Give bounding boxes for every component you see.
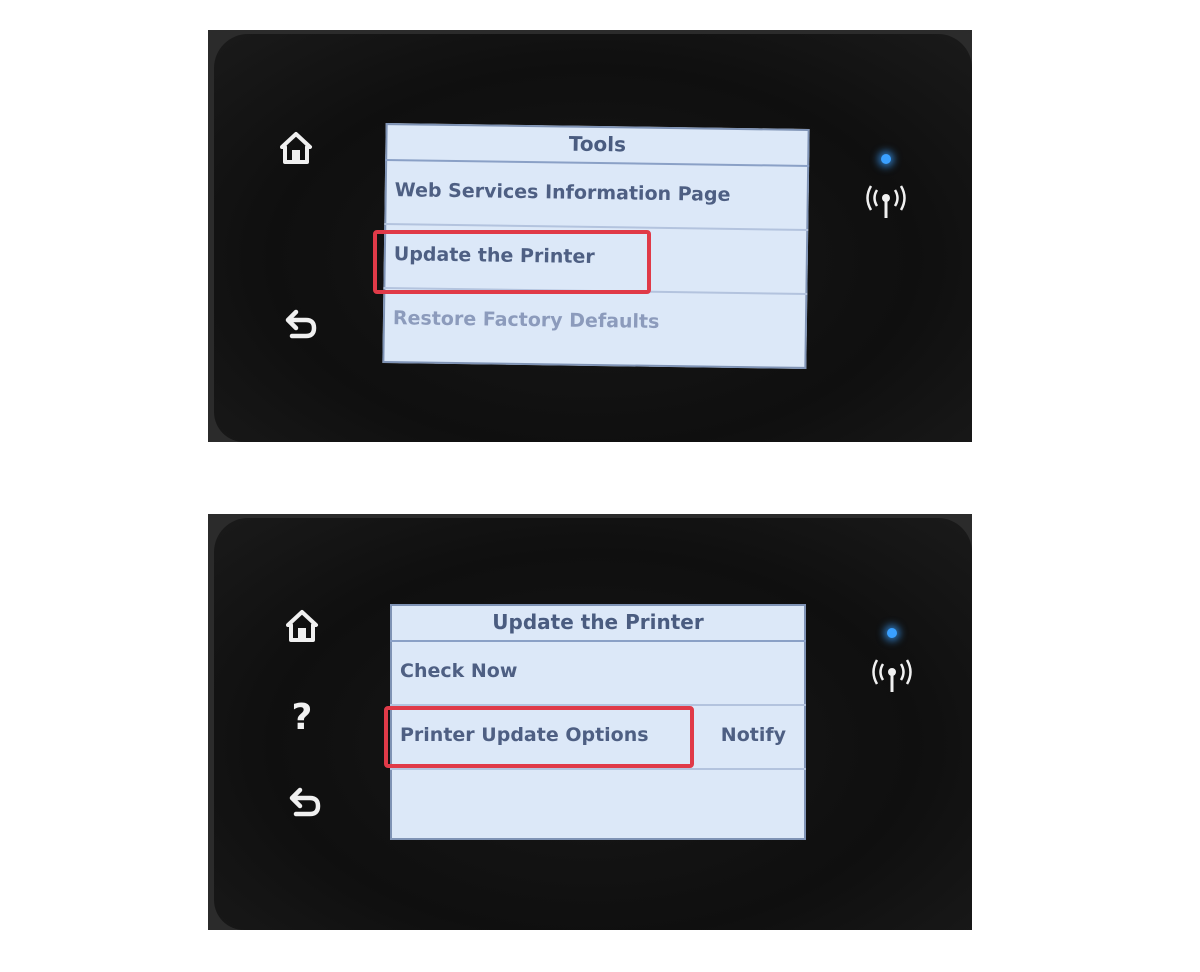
home-icon[interactable] bbox=[276, 128, 316, 168]
printer-panel-photo-tools: Tools Web Services Information Page Upda… bbox=[208, 30, 972, 442]
menu-item-label: Restore Factory Defaults bbox=[392, 307, 660, 333]
highlight-box-update-the-printer bbox=[373, 230, 651, 294]
back-icon[interactable] bbox=[284, 784, 324, 824]
wireless-icon bbox=[870, 656, 914, 696]
wireless-icon bbox=[864, 182, 908, 222]
menu-item-empty bbox=[390, 770, 806, 832]
control-panel-bezel: ? Update the Printer Check Now Printer U… bbox=[214, 518, 972, 930]
screen-title: Update the Printer bbox=[390, 604, 806, 642]
wireless-status-led bbox=[887, 628, 897, 638]
menu-item-check-now[interactable]: Check Now bbox=[390, 642, 806, 706]
printer-panel-photo-update: ? Update the Printer Check Now Printer U… bbox=[208, 514, 972, 930]
highlight-box-printer-update-options bbox=[384, 706, 694, 768]
menu-item-label: Web Services Information Page bbox=[394, 179, 731, 206]
menu-item-label: Check Now bbox=[400, 660, 518, 682]
menu-item-value: Notify bbox=[720, 724, 786, 746]
help-button[interactable]: ? bbox=[282, 698, 322, 738]
menu-item-restore-factory-defaults[interactable]: Restore Factory Defaults bbox=[383, 289, 808, 357]
wireless-status-led bbox=[881, 154, 891, 164]
menu-item-web-services-information-page[interactable]: Web Services Information Page bbox=[384, 161, 810, 231]
back-icon[interactable] bbox=[280, 306, 320, 346]
home-icon[interactable] bbox=[282, 606, 322, 646]
control-panel-bezel: Tools Web Services Information Page Upda… bbox=[214, 34, 972, 442]
screen-title: Tools bbox=[385, 123, 810, 167]
